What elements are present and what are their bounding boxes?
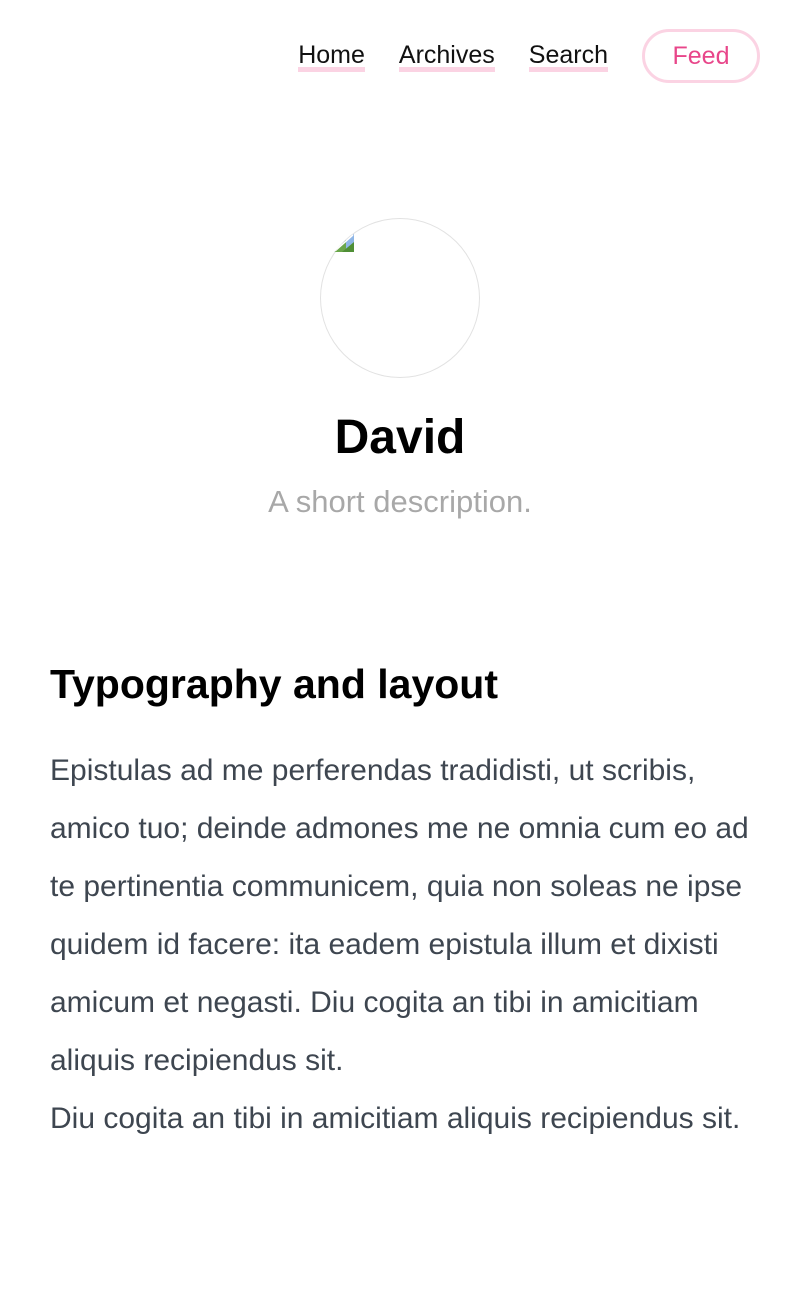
broken-image-icon: [334, 234, 354, 252]
profile-name: David: [334, 411, 466, 464]
post: Typography and layout Epistulas ad me pe…: [50, 656, 760, 1148]
post-paragraph-1: Epistulas ad me perferendas tradidisti, …: [50, 754, 749, 1077]
profile-description: A short description.: [268, 484, 532, 519]
nav-link-archives[interactable]: Archives: [398, 40, 495, 72]
top-navigation: Home Archives Search Feed: [298, 26, 760, 86]
post-paragraph-2: Diu cogita an tibi in amicitiam aliquis …: [50, 1102, 741, 1135]
feed-button[interactable]: Feed: [642, 29, 760, 83]
profile-header: David A short description.: [0, 218, 800, 522]
avatar: [320, 218, 480, 378]
nav-link-home[interactable]: Home: [298, 40, 365, 72]
nav-link-search[interactable]: Search: [528, 40, 608, 72]
post-title[interactable]: Typography and layout: [50, 656, 760, 712]
post-body: Epistulas ad me perferendas tradidisti, …: [50, 742, 760, 1148]
